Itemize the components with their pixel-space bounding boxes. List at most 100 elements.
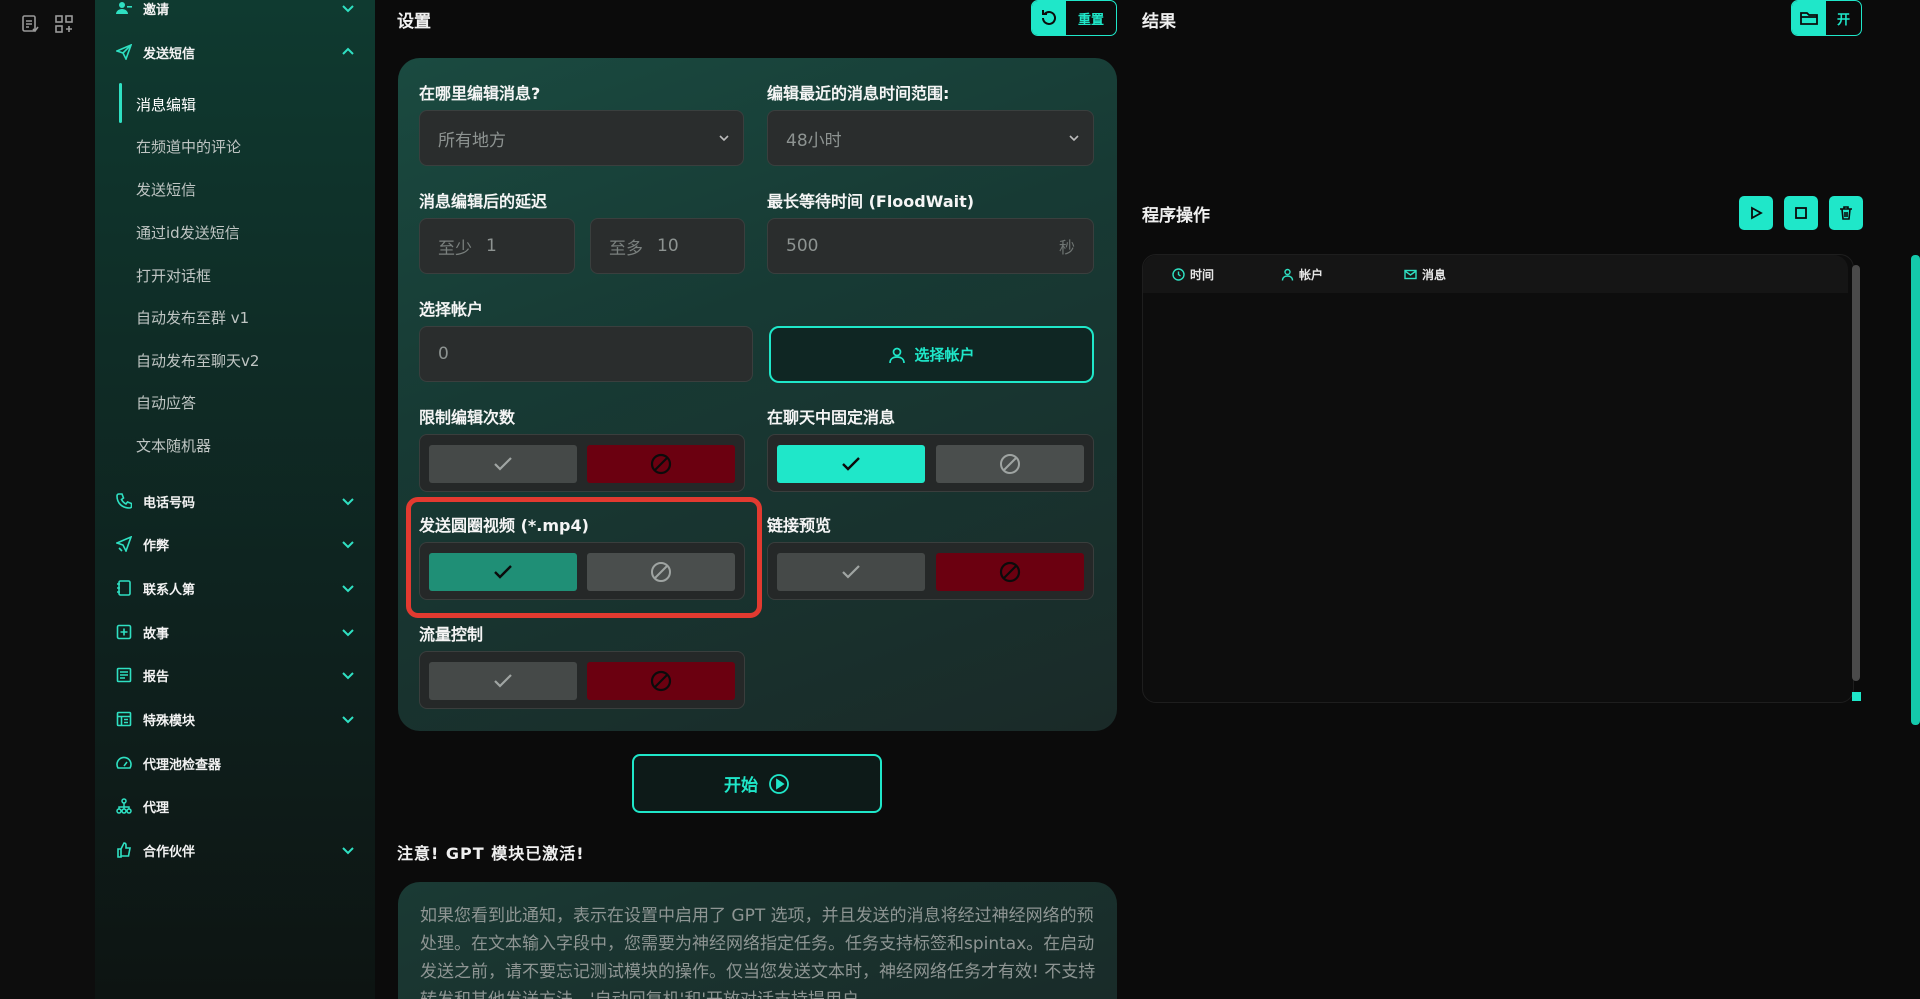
story-plus-icon [115,623,133,641]
chevron-down-icon[interactable] [341,494,355,508]
floodwait-unit: 秒 [1058,238,1075,257]
chevron-down-icon[interactable] [341,712,355,726]
resize-handle[interactable] [1852,692,1861,701]
stop-button[interactable] [1784,196,1818,230]
sub-item-autopost-chat-v2[interactable]: 自动发布至聊天v2 [136,350,259,371]
pin-message-toggle [767,434,1094,492]
floodwait-input[interactable]: 500 秒 [767,218,1094,274]
reset-button[interactable]: 重置 [1031,0,1117,36]
delete-button[interactable] [1829,196,1863,230]
sidebar-item-label: 联系人第 [143,582,196,598]
sidebar-item-special-modules[interactable]: 特殊模块 [115,705,355,733]
chevron-down-icon[interactable] [341,537,355,551]
sub-item-send-by-id[interactable]: 通过id发送短信 [136,222,240,243]
col-account-label: 帐户 [1299,268,1324,282]
ops-title: 程序操作 [1142,206,1210,226]
delay-min-prefix: 至少 [438,238,472,259]
notice-panel: 如果您看到此通知，表示在设置中启用了 GPT 选项，并且发送的消息将经过神经网络… [398,882,1117,999]
col-time-label: 时间 [1190,268,1215,282]
range-select[interactable]: 48小时 [767,110,1094,166]
log-scrollbar[interactable] [1852,265,1860,681]
col-account: 帐户 [1281,266,1323,283]
chevron-up-icon[interactable] [341,45,355,59]
user-add-icon [115,0,133,17]
reset-label: 重置 [1077,12,1104,28]
modules-icon[interactable] [54,14,76,36]
range-label: 编辑最近的消息时间范围: [767,84,950,103]
sub-item-message-edit[interactable]: 消息编辑 [136,94,196,115]
highlight-box [406,497,762,618]
sidebar-item-stories[interactable]: 故事 [115,618,355,646]
delay-max-prefix: 至多 [609,238,643,259]
check-icon [842,457,860,471]
sidebar-item-label: 邀请 [143,2,170,18]
result-title: 结果 [1142,12,1176,32]
play-button[interactable] [1739,196,1773,230]
check-icon [842,565,860,579]
start-button[interactable]: 开始 [632,754,882,813]
col-message-label: 消息 [1422,268,1447,282]
pin-message-no-button[interactable] [936,445,1084,483]
delay-max-input[interactable]: 至多 10 [590,218,745,274]
chevron-down-icon[interactable] [341,668,355,682]
check-icon [494,457,512,471]
sidebar-item-send-sms[interactable]: 发送短信 [115,38,355,66]
sub-item-send-sms[interactable]: 发送短信 [136,179,196,200]
sub-item-open-dialogs[interactable]: 打开对话框 [136,265,211,286]
sidebar-item-contacts[interactable]: 联系人第 [115,574,355,602]
range-value: 48小时 [786,130,842,151]
sidebar-item-label: 故事 [143,626,170,642]
chevron-down-icon[interactable] [341,843,355,857]
tasks-icon[interactable] [20,14,42,36]
limit-edits-no-button[interactable] [587,445,735,483]
clock-icon [1172,268,1185,281]
play-circle-icon [768,773,790,795]
link-preview-yes-button[interactable] [777,553,925,591]
sub-item-auto-reply[interactable]: 自动应答 [136,392,196,413]
log-header: 时间 帐户 消息 [1143,255,1848,293]
sub-item-text-randomizer[interactable]: 文本随机器 [136,435,211,456]
sidebar-item-proxy[interactable]: 代理 [115,792,355,820]
flow-control-toggle [419,651,745,709]
flow-control-label: 流量控制 [419,625,484,644]
sidebar-item-phone-numbers[interactable]: 电话号码 [115,487,355,515]
send-icon [115,43,133,61]
pin-message-yes-button[interactable] [777,445,925,483]
open-folder-button[interactable]: 开 [1791,0,1862,36]
limit-edits-label: 限制编辑次数 [419,408,516,427]
settings-title: 设置 [397,12,431,32]
link-preview-no-button[interactable] [936,553,1084,591]
gauge-icon [115,754,133,772]
flow-control-no-button[interactable] [587,662,735,700]
log-table: 时间 帐户 消息 [1142,254,1854,703]
sidebar-item-label: 报告 [143,669,170,685]
sidebar-item-proxy-checker[interactable]: 代理池检查器 [115,749,355,777]
sidebar-item-partners[interactable]: 合作伙伴 [115,836,355,864]
chevron-down-icon[interactable] [341,581,355,595]
network-icon [115,797,133,815]
delay-min-input[interactable]: 至少 1 [419,218,575,274]
open-label: 开 [1836,12,1850,28]
trash-icon [1840,206,1852,220]
user-icon [888,346,906,364]
sub-item-autopost-group-v1[interactable]: 自动发布至群 v1 [136,307,249,328]
sidebar-item-cheat[interactable]: 作弊 [115,530,355,558]
sub-item-channel-comments[interactable]: 在频道中的评论 [136,136,241,157]
chevron-down-icon[interactable] [341,1,355,15]
accounts-input[interactable]: 0 [419,326,753,382]
delay-min-value: 1 [486,236,497,256]
pin-message-label: 在聊天中固定消息 [767,408,896,427]
active-indicator [119,83,122,123]
special-module-icon [115,710,133,728]
floodwait-label: 最长等待时间 (FloodWait) [767,192,975,211]
sidebar-item-reports[interactable]: 报告 [115,661,355,689]
flow-control-yes-button[interactable] [429,662,577,700]
ban-icon [650,453,672,475]
limit-edits-yes-button[interactable] [429,445,577,483]
where-select[interactable]: 所有地方 [419,110,744,166]
sidebar-item-invite[interactable]: 邀请 [115,0,355,22]
page-scrollbar[interactable] [1911,255,1920,725]
chevron-down-icon[interactable] [341,625,355,639]
select-accounts-button[interactable]: 选择帐户 [769,326,1094,383]
ban-icon [1000,454,1020,474]
